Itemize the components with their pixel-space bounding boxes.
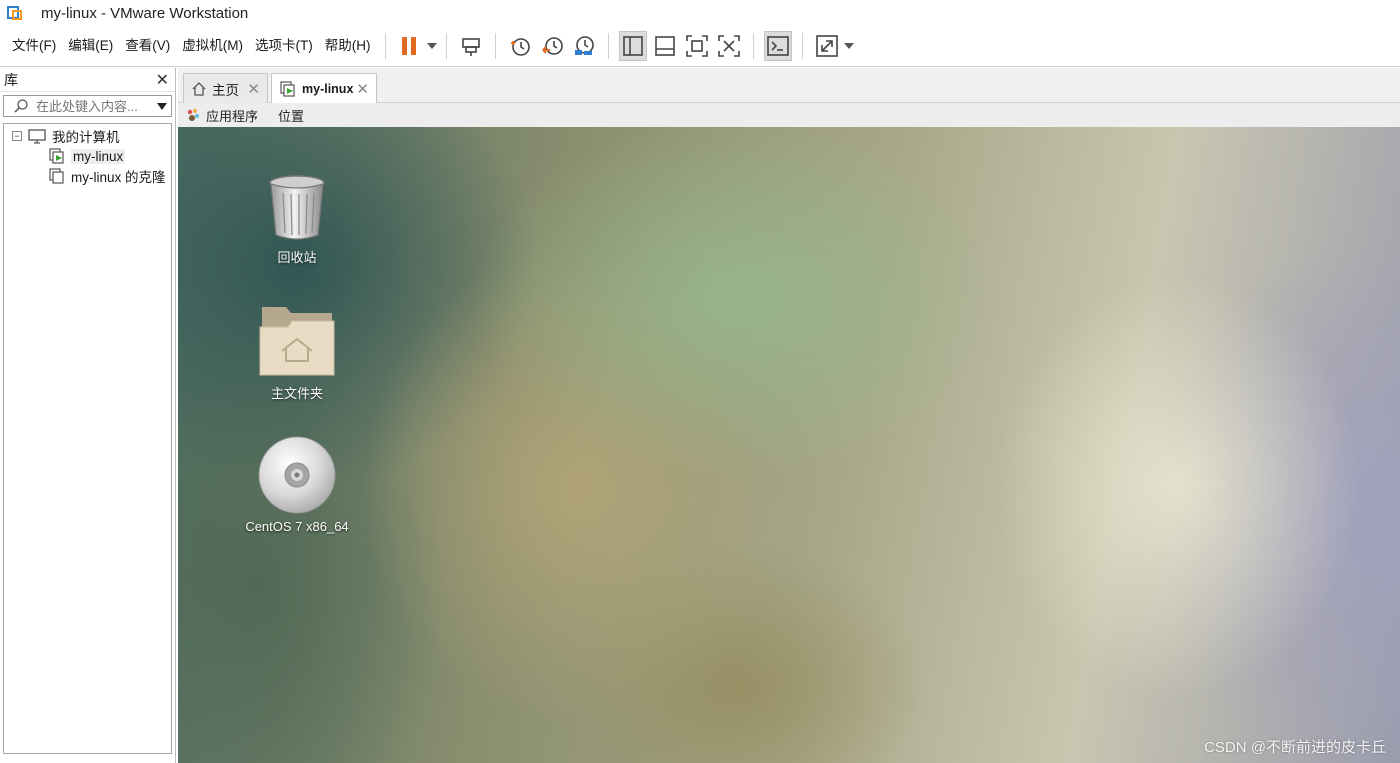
toolbar-divider bbox=[607, 33, 609, 59]
unity-button[interactable] bbox=[715, 31, 743, 61]
power-dropdown-button[interactable] bbox=[426, 31, 438, 61]
full-screen-icon bbox=[685, 35, 708, 57]
places-label: 位置 bbox=[278, 108, 305, 124]
snapshot-icon bbox=[510, 38, 530, 56]
send-ctrl-alt-del-button[interactable] bbox=[457, 31, 485, 61]
applications-label: 应用程序 bbox=[206, 108, 259, 124]
cd-icon bbox=[258, 436, 336, 514]
chevron-down-icon[interactable] bbox=[157, 102, 167, 110]
applications-menu[interactable]: 应用程序 bbox=[186, 106, 258, 125]
revert-snapshot-button[interactable] bbox=[538, 31, 566, 61]
desktop-icon-cdrom[interactable]: CentOS 7 x86_64 bbox=[242, 435, 352, 534]
stretch-icon bbox=[815, 35, 838, 57]
show-library-button[interactable] bbox=[618, 31, 647, 61]
title-bar: my-linux - VMware Workstation bbox=[0, 0, 1400, 26]
chevron-down-icon bbox=[843, 43, 854, 49]
show-library-icon bbox=[622, 36, 643, 56]
menu-view[interactable]: 查看(V) bbox=[119, 34, 176, 58]
tab-bar: 主页 ✕ my-linux ✕ bbox=[178, 68, 1400, 104]
vm-icon bbox=[49, 168, 65, 184]
menu-vm[interactable]: 虚拟机(M) bbox=[176, 34, 249, 58]
console-view-icon bbox=[766, 36, 789, 56]
menu-edit[interactable]: 编辑(E) bbox=[62, 34, 119, 58]
library-header: 库 ✕ bbox=[0, 68, 175, 92]
menu-help[interactable]: 帮助(H) bbox=[319, 34, 377, 58]
vm-running-icon bbox=[49, 148, 65, 164]
window-title: my-linux - VMware Workstation bbox=[41, 4, 249, 22]
revert-snapshot-icon bbox=[541, 37, 563, 55]
thumbnail-bar-button[interactable] bbox=[651, 31, 679, 61]
desktop-icon-trash[interactable]: 回收站 bbox=[242, 173, 352, 266]
guest-desktop[interactable]: 回收站 主文件夹 CentOS 7 x86_64 CSDN @不断前进的皮卡丘 bbox=[178, 127, 1400, 763]
pause-icon bbox=[401, 37, 416, 55]
stretch-dropdown-button[interactable] bbox=[843, 31, 855, 61]
guest-top-panel: 应用程序 位置 bbox=[178, 103, 1400, 127]
vm-running-icon bbox=[280, 81, 296, 97]
toolbar-divider bbox=[494, 33, 496, 59]
tab-label: 主页 bbox=[212, 82, 239, 98]
home-icon bbox=[192, 81, 206, 96]
desktop-icon-home-folder[interactable]: 主文件夹 bbox=[242, 303, 352, 402]
close-icon[interactable]: ✕ bbox=[356, 80, 369, 98]
stretch-button[interactable] bbox=[813, 31, 841, 61]
places-menu[interactable]: 位置 bbox=[278, 106, 304, 125]
pause-button[interactable] bbox=[396, 31, 424, 61]
send-keys-icon bbox=[461, 38, 480, 56]
console-view-button[interactable] bbox=[763, 31, 792, 61]
computer-icon bbox=[28, 128, 46, 144]
close-icon[interactable]: ✕ bbox=[247, 80, 260, 98]
toolbar-divider bbox=[445, 33, 447, 59]
library-search-input[interactable] bbox=[36, 98, 146, 114]
tab-home[interactable]: 主页 ✕ bbox=[183, 73, 268, 103]
search-icon bbox=[14, 99, 28, 113]
close-icon[interactable]: ✕ bbox=[156, 70, 169, 90]
library-panel: 库 ✕ − 我的计算机 my-linux my-linux 的克隆 bbox=[0, 68, 176, 763]
tree-item-label: 我的计算机 bbox=[52, 130, 120, 145]
full-screen-button[interactable] bbox=[683, 31, 711, 61]
snapshot-manager-icon bbox=[574, 36, 594, 55]
menu-toolbar: 文件(F) 编辑(E) 查看(V) 虚拟机(M) 选项卡(T) 帮助(H) bbox=[0, 26, 1400, 67]
menu-file[interactable]: 文件(F) bbox=[6, 34, 62, 58]
toolbar-divider bbox=[752, 33, 754, 59]
watermark-text: CSDN @不断前进的皮卡丘 bbox=[1204, 739, 1386, 756]
toolbar-divider bbox=[801, 33, 803, 59]
library-title: 库 bbox=[4, 71, 18, 88]
chevron-down-icon bbox=[426, 43, 437, 49]
tree-item-vm-clone[interactable]: my-linux 的克隆 bbox=[4, 166, 171, 186]
toolbar-divider bbox=[384, 33, 386, 59]
thumbnail-bar-icon bbox=[654, 36, 675, 56]
desktop-icon-label: CentOS 7 x86_64 bbox=[245, 519, 349, 534]
take-snapshot-button[interactable] bbox=[506, 31, 534, 61]
tree-item-vm-my-linux[interactable]: my-linux bbox=[4, 146, 171, 166]
gnome-foot-icon bbox=[187, 109, 199, 121]
unity-icon bbox=[717, 35, 740, 57]
tree-item-my-computer[interactable]: − 我的计算机 bbox=[4, 126, 171, 146]
collapse-toggle[interactable]: − bbox=[12, 131, 22, 141]
tab-my-linux[interactable]: my-linux ✕ bbox=[271, 73, 377, 104]
desktop-icon-label: 回收站 bbox=[277, 250, 317, 265]
tree-item-label: my-linux bbox=[71, 148, 126, 164]
library-search[interactable] bbox=[3, 95, 172, 117]
home-folder-icon bbox=[259, 307, 335, 376]
tree-item-label: my-linux 的克隆 bbox=[71, 170, 166, 185]
vmware-logo-icon bbox=[7, 4, 25, 22]
tab-label: my-linux bbox=[302, 82, 354, 96]
library-tree: − 我的计算机 my-linux my-linux 的克隆 bbox=[3, 123, 172, 754]
trash-icon bbox=[269, 175, 325, 240]
snapshot-manager-button[interactable] bbox=[570, 31, 598, 61]
menu-tabs[interactable]: 选项卡(T) bbox=[249, 34, 319, 58]
desktop-icon-label: 主文件夹 bbox=[270, 386, 323, 401]
